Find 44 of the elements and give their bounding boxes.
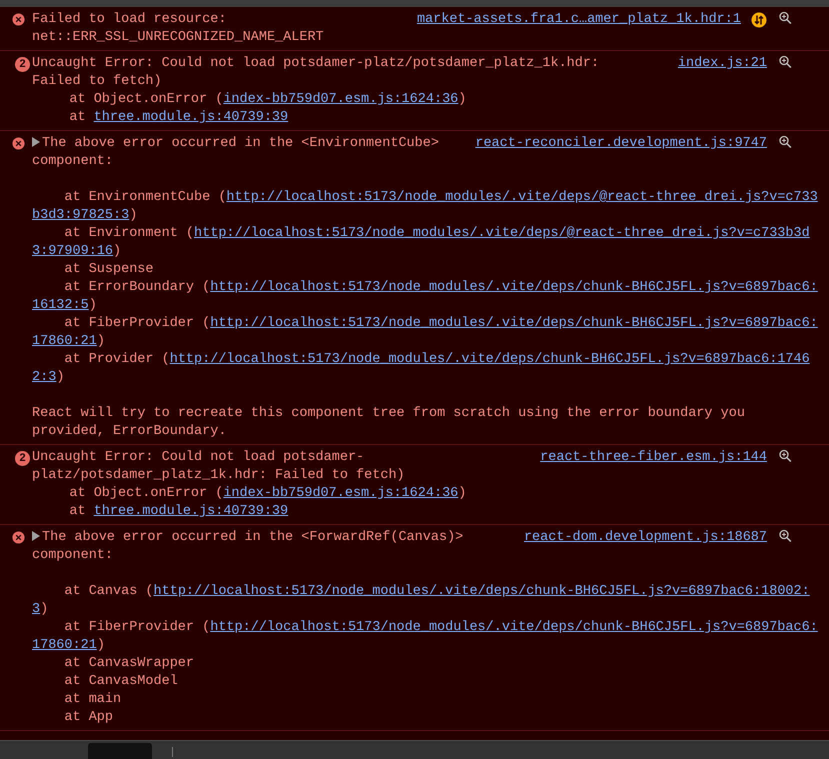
error-message-text: net::ERR_SSL_UNRECOGNIZED_NAME_ALERT	[32, 30, 324, 45]
stack-frame: at FiberProvider (http://localhost:5173/node_modules/.vite/deps/chunk-BH6CJ5FL.js?v=6897bac6:17860:21)	[32, 619, 822, 655]
source-link[interactable]: market-assets.fra1.c…amer_platz_1k.hdr:1	[416, 11, 741, 29]
source-link[interactable]: index.js:21	[678, 55, 767, 73]
stack-frame: at App	[32, 709, 822, 727]
expand-triangle-icon[interactable]	[32, 137, 40, 147]
stack-frame: at ErrorBoundary (http://localhost:5173/node_modules/.vite/deps/chunk-BH6CJ5FL.js?v=6897bac6:16132:5)	[32, 279, 822, 315]
stack-frame: at main	[32, 691, 822, 709]
error-message-text: Failed to fetch)	[32, 74, 162, 89]
stack-frame: at CanvasWrapper	[32, 655, 822, 673]
search-icon[interactable]	[778, 135, 792, 149]
stack-frame: at three.module.js:40739:39	[37, 503, 826, 521]
stack-frame: at CanvasModel	[32, 673, 822, 691]
search-icon[interactable]	[778, 11, 792, 25]
error-icon	[12, 137, 25, 150]
source-link[interactable]: react-reconciler.development.js:9747	[475, 135, 767, 153]
expand-triangle-icon[interactable]	[32, 531, 40, 541]
error-message-text: component:	[32, 154, 114, 169]
stack-frame: at Suspense	[32, 261, 822, 279]
error-icon	[12, 531, 25, 544]
stack-frame: at Object.onError (index-bb759d07.esm.js:1624:36)	[37, 91, 826, 109]
repeat-count-badge: 2	[15, 451, 30, 466]
error-message-text: Uncaught Error: Could not load potsdamer-platz/potsdamer_platz_1k.hdr:	[32, 56, 600, 71]
stack-frame: at Provider (http://localhost:5173/node_modules/.vite/deps/chunk-BH6CJ5FL.js?v=6897bac6:17462:3)	[32, 351, 822, 387]
source-link[interactable]: react-three-fiber.esm.js:144	[540, 449, 767, 467]
stack-frame: at Object.onError (index-bb759d07.esm.js:1624:36)	[37, 485, 826, 503]
source-link[interactable]: react-dom.development.js:18687	[524, 529, 767, 547]
error-message-text: Failed to load resource:	[32, 12, 226, 27]
repeat-count-badge: 2	[15, 57, 30, 72]
error-message-text: platz/potsdamer_platz_1k.hdr: Failed to fetch)	[32, 468, 405, 483]
error-message-text: The above error occurred in the <EnvironmentCube>	[42, 136, 439, 151]
stack-frame: at Environment (http://localhost:5173/node_modules/.vite/deps/@react-three_drei.js?v=c733b3d3:97909:16)	[32, 225, 822, 261]
search-icon[interactable]	[778, 529, 792, 543]
search-icon[interactable]	[778, 55, 792, 69]
stack-frame: at Canvas (http://localhost:5173/node_modules/.vite/deps/chunk-BH6CJ5FL.js?v=6897bac6:18002:3)	[32, 583, 822, 619]
error-message-text: component:	[32, 548, 114, 563]
error-message-text: Uncaught Error: Could not load potsdamer-	[32, 450, 364, 465]
error-icon	[12, 13, 25, 26]
stack-frame: at three.module.js:40739:39	[37, 109, 826, 127]
stack-frame: at FiberProvider (http://localhost:5173/node_modules/.vite/deps/chunk-BH6CJ5FL.js?v=6897bac6:17860:21)	[32, 315, 822, 351]
stack-frame: at EnvironmentCube (http://localhost:5173/node_modules/.vite/deps/@react-three_drei.js?v=c733b3d3:97825:3)	[32, 189, 822, 225]
error-message-text: The above error occurred in the <ForwardRef(Canvas)>	[42, 530, 464, 545]
error-message-text: React will try to recreate this component tree from scratch using the error boundary you provided, ErrorBoundary.	[32, 405, 746, 441]
search-icon[interactable]	[778, 449, 792, 463]
